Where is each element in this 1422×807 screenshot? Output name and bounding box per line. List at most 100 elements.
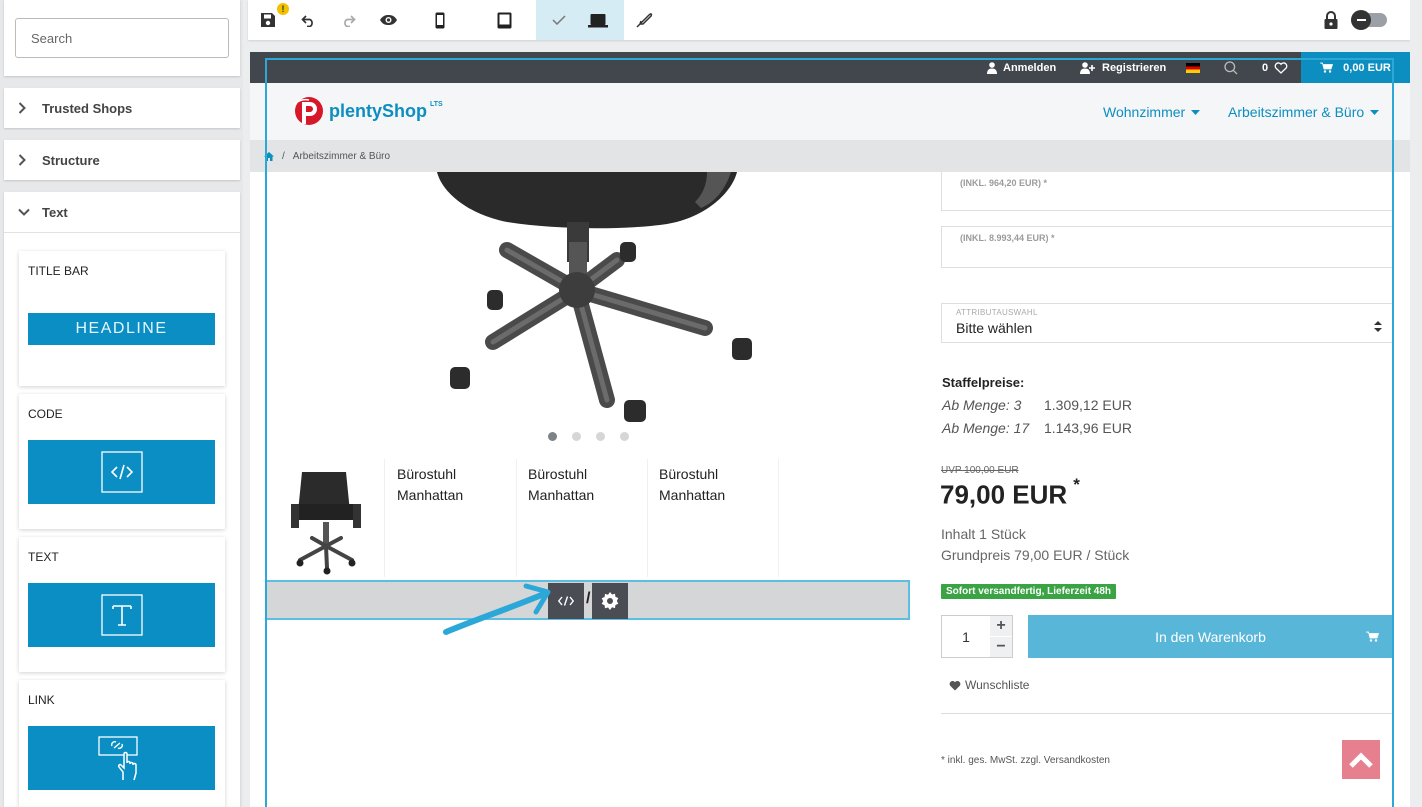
accordion-label: Text: [42, 204, 68, 220]
carousel-dot[interactable]: [620, 432, 629, 441]
register-link[interactable]: Registrieren: [1080, 52, 1166, 83]
text-icon: [28, 583, 215, 647]
thumbnail-image[interactable]: [267, 459, 385, 577]
search-button[interactable]: [1224, 52, 1238, 83]
widget-title-bar[interactable]: TITLE BAR HEADLINE: [19, 251, 225, 386]
accordion-text-panel: Text TITLE BAR HEADLINE CODE TEXT LINK: [4, 192, 240, 807]
thumbnail-item[interactable]: Bürostuhl Manhattan: [658, 459, 779, 577]
tier-qty: Ab Menge: 3: [942, 397, 1022, 413]
availability-badge: Sofort versandfertig, Lieferzeit 48h: [941, 584, 1117, 599]
quantity-plus-button[interactable]: +: [990, 616, 1012, 636]
chevron-right-icon: [18, 154, 30, 166]
preview-eye-icon: [379, 15, 397, 25]
warning-badge: !: [277, 3, 289, 15]
home-icon[interactable]: [264, 152, 274, 161]
mobile-view-button[interactable]: [428, 0, 452, 40]
search-input[interactable]: [15, 18, 229, 58]
redo-button[interactable]: [336, 0, 360, 40]
tier-price: 1.143,96 EUR: [1044, 420, 1132, 436]
german-flag-icon: [1186, 62, 1200, 73]
search-icon: [1224, 60, 1238, 74]
rrp-price: UVP 100,00 EUR: [941, 465, 1019, 476]
lock-button[interactable]: [1320, 0, 1342, 40]
widget-text[interactable]: TEXT: [19, 537, 225, 672]
divider: [941, 713, 1393, 714]
office-chair-thumbnail: [291, 472, 361, 575]
mobile-icon: [435, 12, 445, 28]
widget-settings-button[interactable]: [592, 583, 628, 619]
cart-icon: [1366, 631, 1379, 642]
check-icon: [552, 15, 566, 25]
variation-price-label: (INKL. 8.993,44 EUR) *: [960, 233, 1055, 243]
wishlist-counter[interactable]: 0: [1262, 52, 1288, 83]
login-label: Anmelden: [1003, 61, 1057, 74]
page-scrollbar[interactable]: [1410, 0, 1422, 807]
add-to-cart-button[interactable]: In den Warenkorb: [1028, 615, 1393, 658]
quantity-minus-button[interactable]: −: [990, 637, 1012, 657]
thumbnail-label: Bürostuhl Manhattan: [397, 466, 464, 503]
cart-button[interactable]: 0,00 EUR: [1301, 52, 1410, 83]
tablet-view-button[interactable]: [492, 0, 516, 40]
wishlist-button[interactable]: Wunschliste: [949, 678, 1029, 692]
breadcrumb-separator: /: [282, 151, 285, 162]
breadcrumb-current[interactable]: Arbeitszimmer & Büro: [293, 151, 390, 162]
add-to-cart-label: In den Warenkorb: [1155, 628, 1266, 645]
code-icon: [558, 596, 574, 606]
tier-price-row: Ab Menge: 3 1.309,12 EUR: [942, 397, 1132, 413]
code-icon: [28, 440, 215, 504]
thumbnail-item[interactable]: Bürostuhl Manhattan: [396, 459, 517, 577]
undo-icon: [300, 14, 313, 27]
link-icon: [28, 726, 215, 790]
nav-wohnzimmer[interactable]: Wohnzimmer: [1103, 83, 1201, 141]
variation-field[interactable]: (INKL. 964,20 EUR) *: [941, 172, 1393, 211]
search-panel: [4, 0, 240, 76]
thumbnail-item[interactable]: Bürostuhl Manhattan: [527, 459, 648, 577]
variation-field[interactable]: (INKL. 8.993,44 EUR) *: [941, 226, 1393, 268]
nav-arbeitszimmer[interactable]: Arbeitszimmer & Büro: [1228, 83, 1380, 141]
content-info: Inhalt 1 Stück: [941, 526, 1026, 542]
thumbnail-label: Bürostuhl Manhattan: [659, 466, 726, 503]
variation-price-label: (INKL. 964,20 EUR) *: [960, 178, 1048, 188]
editor-toolbar: !: [248, 0, 1410, 40]
carousel-dot[interactable]: [596, 432, 605, 441]
accordion-trusted-shops[interactable]: Trusted Shops: [4, 88, 240, 128]
redo-icon: [343, 14, 356, 27]
attribute-select[interactable]: ATTRIBUTAUSWAHL Bitte wählen: [941, 303, 1393, 343]
desktop-view-button[interactable]: [536, 0, 624, 40]
tax-footnote: * inkl. ges. MwSt. zzgl. Versandkosten: [941, 755, 1110, 766]
login-link[interactable]: Anmelden: [987, 52, 1056, 83]
edit-style-button[interactable]: [632, 0, 656, 40]
shop-logo[interactable]: plentyShop LTS: [292, 95, 443, 127]
language-selector[interactable]: [1186, 52, 1200, 83]
undo-button[interactable]: [296, 0, 320, 40]
tablet-icon: [497, 12, 511, 28]
lock-icon: [1324, 11, 1338, 29]
quantity-input[interactable]: 1: [942, 616, 990, 657]
shop-preview: Anmelden Registrieren 0 0,00 EUR plentyS…: [250, 52, 1410, 807]
save-button[interactable]: !: [256, 0, 289, 40]
shop-header: plentyShop LTS Wohnzimmer Arbeitszimmer …: [250, 83, 1410, 141]
save-icon: [261, 13, 275, 27]
tier-prices-title: Staffelpreise:: [942, 375, 1025, 390]
tier-price-row: Ab Menge: 17 1.143,96 EUR: [942, 420, 1132, 436]
widget-sidebar: Trusted Shops Structure Text TITLE BAR H…: [0, 0, 243, 807]
accordion-structure[interactable]: Structure: [4, 140, 240, 180]
office-chair-image: [437, 172, 752, 422]
plenty-logo-icon: [293, 97, 323, 125]
select-arrows-icon: [1374, 321, 1382, 332]
widget-link[interactable]: LINK: [19, 680, 225, 807]
logo-suffix: LTS: [430, 101, 443, 108]
widget-code[interactable]: CODE: [19, 394, 225, 529]
carousel-dot[interactable]: [572, 432, 581, 441]
desktop-icon: [588, 13, 608, 27]
widget-title: TITLE BAR: [28, 264, 89, 278]
accordion-text[interactable]: Text: [4, 192, 240, 233]
product-image[interactable]: [267, 172, 911, 452]
heart-outline-icon: [1274, 61, 1288, 74]
register-label: Registrieren: [1102, 61, 1167, 74]
scroll-to-top-button[interactable]: [1342, 740, 1380, 779]
preview-button[interactable]: [376, 0, 400, 40]
carousel-dot[interactable]: [548, 432, 557, 441]
toggle-switch[interactable]: [1351, 0, 1388, 40]
product-price: 79,00 EUR *: [940, 475, 1080, 510]
